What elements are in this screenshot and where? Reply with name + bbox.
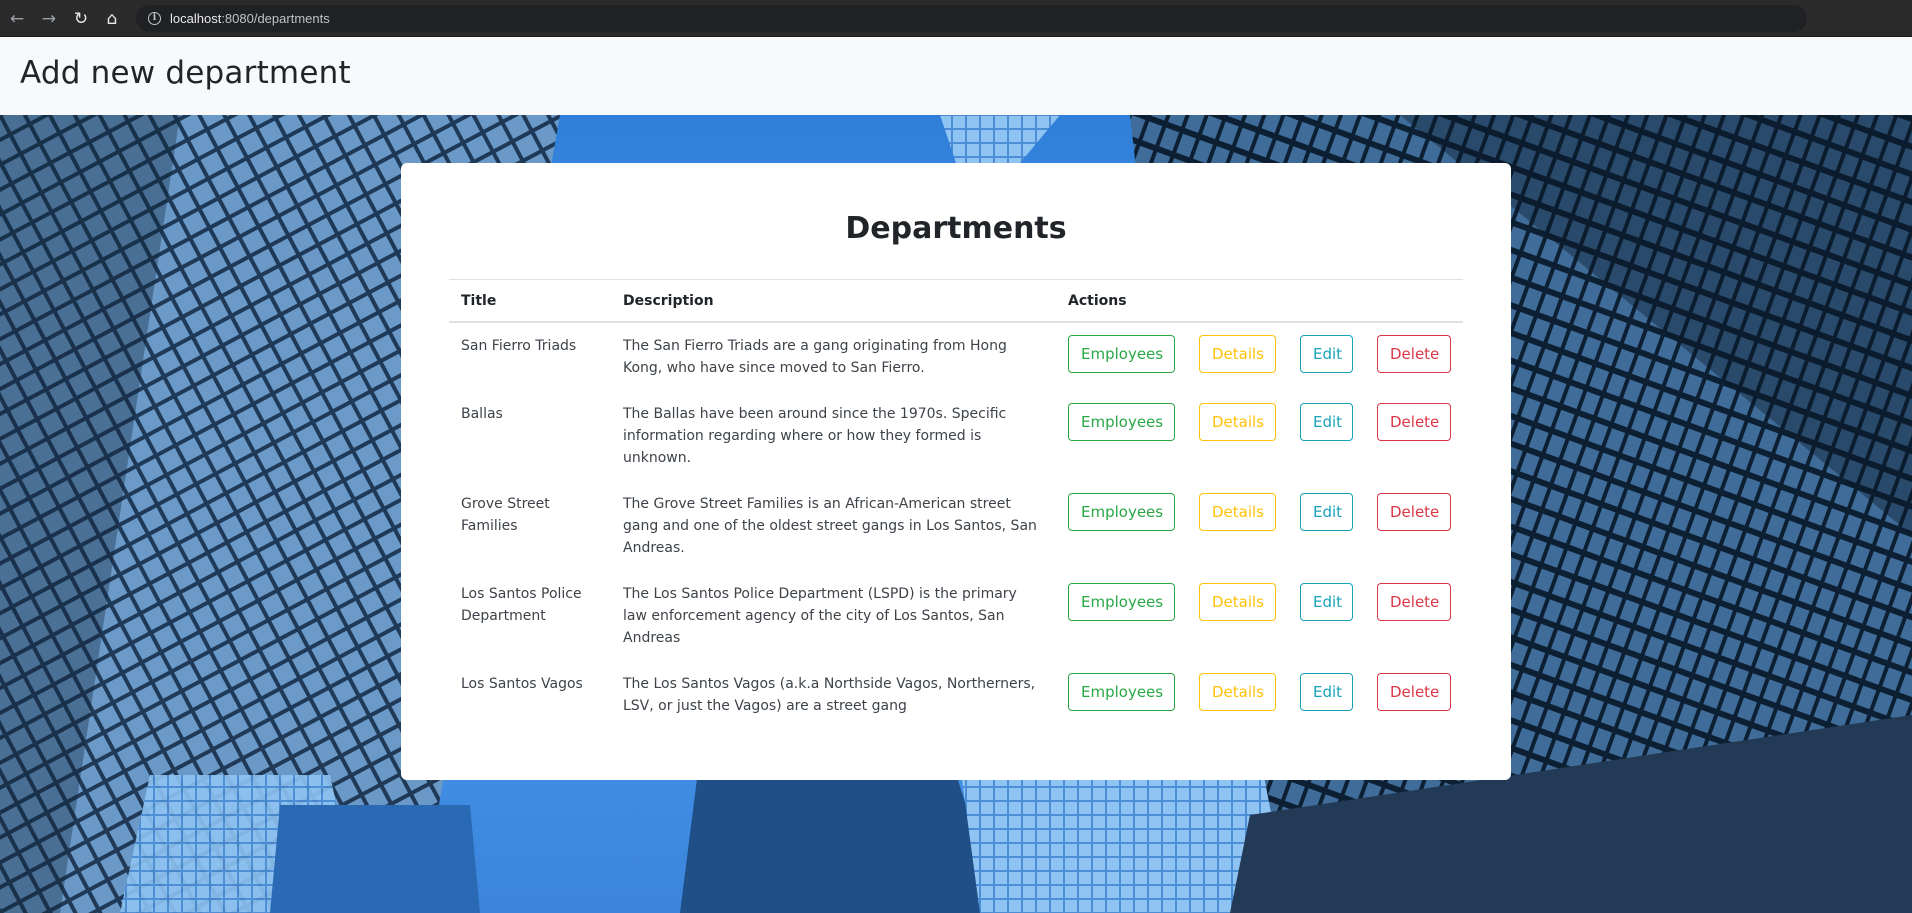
add-department-link[interactable]: Add new department <box>20 55 351 91</box>
employees-button[interactable]: Employees <box>1068 493 1175 531</box>
department-title: San Fierro Triads <box>461 338 577 354</box>
department-description: The San Fierro Triads are a gang origina… <box>623 338 1007 376</box>
table-row: Ballas The Ballas have been around since… <box>449 391 1463 481</box>
edit-button[interactable]: Edit <box>1300 583 1353 621</box>
page-title: Departments <box>845 211 1067 246</box>
employees-button[interactable]: Employees <box>1068 673 1175 711</box>
table-row: San Fierro Triads The San Fierro Triads … <box>449 322 1463 391</box>
home-icon[interactable]: ⌂ <box>101 8 123 30</box>
actions-cell: Employees Details Edit Delete <box>1056 571 1463 661</box>
delete-button[interactable]: Delete <box>1377 493 1451 531</box>
info-icon[interactable]: i <box>148 12 161 25</box>
url-path: :8080/departments <box>221 11 330 26</box>
details-button[interactable]: Details <box>1199 583 1276 621</box>
department-description: The Grove Street Families is an African-… <box>623 496 1037 556</box>
department-description: The Los Santos Police Department (LSPD) … <box>623 586 1017 646</box>
column-header-actions: Actions <box>1056 279 1463 323</box>
department-title: Ballas <box>461 406 503 422</box>
edit-button[interactable]: Edit <box>1300 335 1353 373</box>
delete-button[interactable]: Delete <box>1377 335 1451 373</box>
table-row: Los Santos Vagos The Los Santos Vagos (a… <box>449 661 1463 729</box>
edit-button[interactable]: Edit <box>1300 493 1353 531</box>
employees-button[interactable]: Employees <box>1068 403 1175 441</box>
delete-button[interactable]: Delete <box>1377 673 1451 711</box>
employees-button[interactable]: Employees <box>1068 335 1175 373</box>
column-header-title: Title <box>449 279 611 323</box>
departments-card: Departments Title Description Actions Sa… <box>401 163 1511 780</box>
delete-button[interactable]: Delete <box>1377 403 1451 441</box>
table-row: Los Santos Police Department The Los San… <box>449 571 1463 661</box>
department-description: The Ballas have been around since the 19… <box>623 406 1007 466</box>
edit-button[interactable]: Edit <box>1300 673 1353 711</box>
edit-button[interactable]: Edit <box>1300 403 1353 441</box>
actions-cell: Employees Details Edit Delete <box>1056 481 1463 571</box>
actions-cell: Employees Details Edit Delete <box>1056 391 1463 481</box>
details-button[interactable]: Details <box>1199 673 1276 711</box>
table-header-row: Title Description Actions <box>449 279 1463 323</box>
department-title: Los Santos Police Department <box>461 586 582 624</box>
delete-button[interactable]: Delete <box>1377 583 1451 621</box>
column-header-description: Description <box>611 279 1056 323</box>
table-row: Grove Street Families The Grove Street F… <box>449 481 1463 571</box>
url-text[interactable]: localhost:8080/departments <box>170 11 330 26</box>
employees-button[interactable]: Employees <box>1068 583 1175 621</box>
details-button[interactable]: Details <box>1199 493 1276 531</box>
actions-cell: Employees Details Edit Delete <box>1056 661 1463 729</box>
department-description: The Los Santos Vagos (a.k.a Northside Va… <box>623 676 1036 714</box>
details-button[interactable]: Details <box>1199 335 1276 373</box>
reload-icon[interactable]: ↻ <box>70 8 92 30</box>
department-title: Grove Street Families <box>461 496 550 534</box>
department-title: Los Santos Vagos <box>461 676 583 692</box>
url-host: localhost <box>170 11 222 26</box>
details-button[interactable]: Details <box>1199 403 1276 441</box>
actions-cell: Employees Details Edit Delete <box>1056 322 1463 391</box>
address-bar[interactable]: i localhost:8080/departments <box>136 5 1807 32</box>
forward-arrow-icon[interactable]: → <box>38 8 60 30</box>
browser-toolbar: ← → ↻ ⌂ i localhost:8080/departments <box>0 0 1912 37</box>
departments-table: Title Description Actions San Fierro Tri… <box>449 279 1463 729</box>
page-header: Add new department <box>0 37 1912 115</box>
back-arrow-icon[interactable]: ← <box>6 8 28 30</box>
